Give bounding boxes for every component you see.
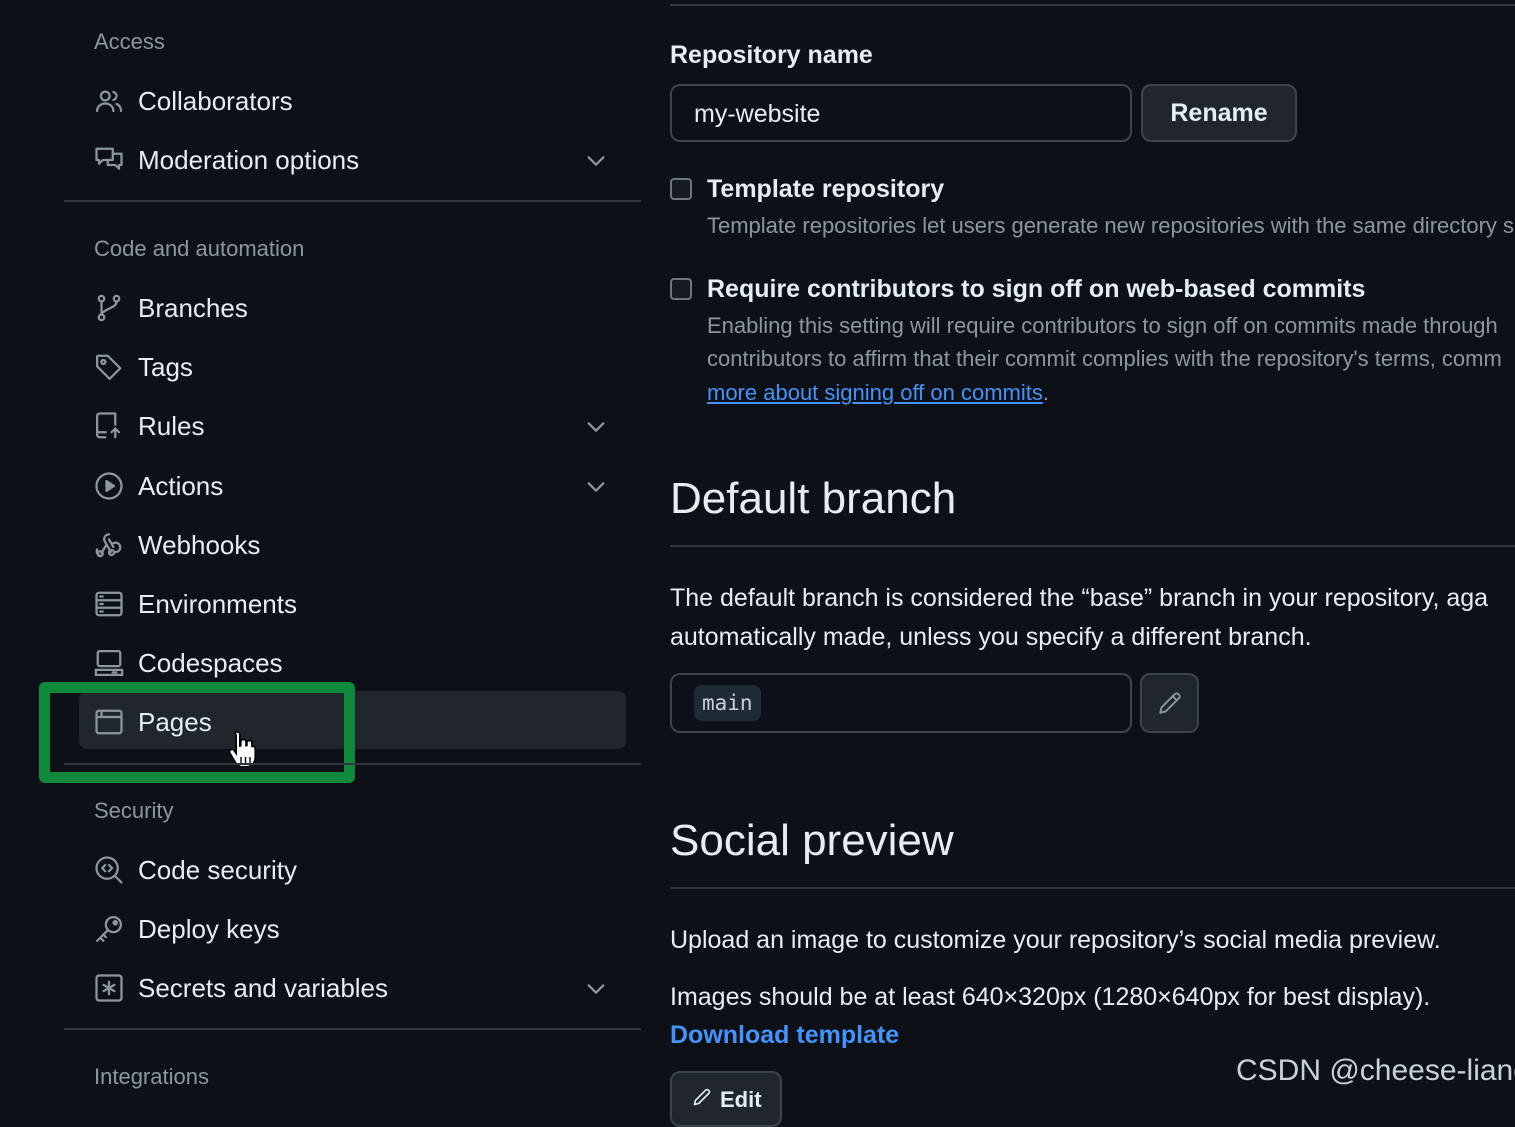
- sidebar-item-label: Codespaces: [138, 648, 283, 678]
- chevron-down-icon[interactable]: [585, 416, 607, 438]
- sidebar-item-webhooks[interactable]: Webhooks: [64, 520, 641, 570]
- tag-icon: [94, 352, 124, 382]
- sidebar-item-label: Collaborators: [138, 86, 293, 116]
- sidebar-item-label: Code security: [138, 855, 297, 885]
- section-heading-access: Access: [94, 29, 165, 54]
- watermark-text: CSDN @cheese-liang: [1236, 1054, 1515, 1087]
- codescan-icon: [94, 855, 124, 885]
- repo-push-icon: [94, 411, 124, 441]
- section-heading-security: Security: [94, 798, 174, 823]
- sidebar-item-label: Environments: [138, 589, 297, 619]
- sidebar-item-environments[interactable]: Environments: [64, 579, 641, 629]
- signoff-trailing-period: .: [1042, 380, 1050, 405]
- branch-name-chip: main: [694, 685, 761, 721]
- default-branch-para-line1: The default branch is considered the “ba…: [670, 584, 1489, 612]
- sidebar-divider: [64, 763, 641, 765]
- sidebar-item-label: Deploy keys: [138, 914, 280, 944]
- template-repository-description: Template repositories let users generate…: [707, 213, 1515, 238]
- edit-default-branch-button[interactable]: [1140, 673, 1199, 733]
- section-heading-integrations: Integrations: [94, 1064, 209, 1089]
- repo-name-input[interactable]: my-website: [670, 84, 1132, 142]
- server-icon: [94, 589, 124, 619]
- sidebar-item-deploy-keys[interactable]: Deploy keys: [64, 904, 641, 954]
- default-branch-field: main: [670, 673, 1132, 733]
- sidebar-item-secrets-and-variables[interactable]: Secrets and variables: [64, 963, 641, 1013]
- section-heading-code-and-automation: Code and automation: [94, 236, 305, 261]
- social-preview-title: Social preview: [670, 816, 954, 865]
- sidebar-item-label: Moderation options: [138, 145, 360, 175]
- signoff-learn-more-link[interactable]: more about signing off on commits: [707, 380, 1043, 405]
- signoff-label: Require contributors to sign off on web-…: [707, 275, 1366, 303]
- sidebar-item-label: Branches: [138, 293, 248, 323]
- sidebar-item-label: Webhooks: [138, 530, 261, 560]
- sidebar-item-moderation-options[interactable]: Moderation options: [64, 135, 641, 185]
- social-preview-para1: Upload an image to customize your reposi…: [670, 926, 1441, 954]
- signoff-description-line3: more about signing off on commits.: [707, 380, 1049, 406]
- sidebar-item-label: Rules: [138, 411, 205, 441]
- default-branch-divider: [670, 545, 1515, 547]
- top-divider: [670, 4, 1515, 6]
- sidebar-item-label: Secrets and variables: [138, 973, 389, 1003]
- highlight-annotation-box: [39, 682, 355, 783]
- pencil-icon: [692, 1087, 712, 1107]
- sidebar-item-label: Actions: [138, 471, 224, 501]
- pencil-icon: [1157, 690, 1183, 716]
- chevron-down-icon[interactable]: [585, 978, 607, 1000]
- edit-button-label: Edit: [720, 1087, 762, 1112]
- sidebar-item-label: Tags: [138, 352, 193, 382]
- comment-discussion-icon: [94, 145, 124, 175]
- people-icon: [94, 86, 124, 116]
- social-preview-para2: Images should be at least 640×320px (128…: [670, 983, 1431, 1011]
- download-template-link[interactable]: Download template: [670, 1021, 899, 1050]
- signoff-checkbox[interactable]: [670, 278, 692, 300]
- chevron-down-icon[interactable]: [585, 150, 607, 172]
- repo-name-value: my-website: [694, 100, 821, 128]
- signoff-description-line2: contributors to affirm that their commit…: [707, 346, 1502, 371]
- sidebar-item-branches[interactable]: Branches: [64, 283, 641, 333]
- signoff-description-line1: Enabling this setting will require contr…: [707, 313, 1498, 338]
- social-preview-edit-button[interactable]: Edit: [670, 1071, 782, 1127]
- sidebar-item-tags[interactable]: Tags: [64, 342, 641, 392]
- sidebar-divider: [64, 200, 641, 202]
- sidebar-item-codespaces[interactable]: Codespaces: [64, 638, 641, 688]
- sidebar-item-code-security[interactable]: Code security: [64, 845, 641, 895]
- key-asterisk-icon: [94, 973, 124, 1003]
- sidebar-item-rules[interactable]: Rules: [64, 401, 641, 451]
- default-branch-title: Default branch: [670, 474, 957, 523]
- codespaces-icon: [94, 648, 124, 678]
- webhook-icon: [94, 530, 124, 560]
- default-branch-para-line2: automatically made, unless you specify a…: [670, 623, 1312, 651]
- template-repository-checkbox[interactable]: [670, 178, 692, 200]
- sidebar-item-actions[interactable]: Actions: [64, 461, 641, 511]
- sidebar-divider: [64, 1028, 641, 1030]
- key-icon: [94, 914, 124, 944]
- chevron-down-icon[interactable]: [585, 476, 607, 498]
- play-icon: [94, 471, 124, 501]
- social-preview-divider: [670, 887, 1515, 889]
- repo-name-label: Repository name: [670, 41, 873, 69]
- template-repository-label: Template repository: [707, 175, 945, 203]
- rename-button[interactable]: Rename: [1141, 84, 1297, 142]
- git-branch-icon: [94, 293, 124, 323]
- sidebar-item-collaborators[interactable]: Collaborators: [64, 76, 641, 126]
